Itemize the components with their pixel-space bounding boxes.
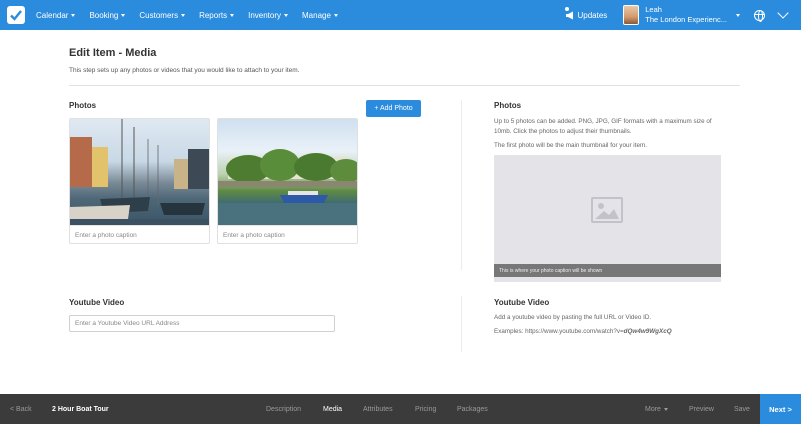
save-button[interactable]: Save — [734, 394, 750, 424]
avatar[interactable] — [623, 5, 640, 25]
add-photo-button[interactable]: + Add Photo — [366, 100, 421, 117]
youtube-example-id: dQw4w9WgXcQ — [623, 328, 672, 335]
step-attributes[interactable]: Attributes — [363, 394, 393, 424]
photo-thumbnail-canal[interactable] — [218, 119, 357, 225]
globe-icon[interactable] — [754, 9, 765, 22]
step-pricing[interactable]: Pricing — [415, 394, 436, 424]
nav-calendar[interactable]: Calendar — [36, 10, 76, 20]
nav-booking[interactable]: Booking — [89, 10, 126, 20]
chevron-down-icon — [663, 407, 668, 411]
chevron-down-icon — [181, 13, 186, 17]
next-button[interactable]: Next > — [760, 394, 801, 424]
youtube-examples-label: Examples: https://www.youtube.com/watch?… — [494, 328, 624, 335]
youtube-examples: Examples: https://www.youtube.com/watch?… — [494, 327, 734, 337]
youtube-help-text: Add a youtube video by pasting the full … — [494, 314, 652, 321]
updates-label: Updates — [577, 10, 608, 20]
photo-thumbnail-harbour[interactable] — [70, 119, 209, 225]
page-description: This step sets up any photos or videos t… — [69, 67, 300, 74]
megaphone-icon — [566, 11, 574, 19]
app-logo-check-icon[interactable] — [7, 6, 25, 24]
top-navigation-bar: Calendar Booking Customers Reports Inven… — [0, 0, 801, 30]
more-menu[interactable]: More — [645, 394, 668, 424]
photos-help-heading: Photos — [494, 101, 522, 110]
page-title: Edit Item - Media — [69, 47, 157, 59]
nav-inventory[interactable]: Inventory — [248, 11, 288, 20]
photo-card[interactable]: Enter a photo caption — [217, 118, 358, 244]
photos-help-text: Up to 5 photos can be added. PNG, JPG, G… — [494, 118, 712, 135]
nav-reports[interactable]: Reports — [199, 10, 235, 20]
updates-button[interactable]: Updates — [565, 6, 608, 20]
step-description[interactable]: Description — [266, 394, 301, 424]
top-right-controls: Updates Leah The London Experienc... — [565, 0, 801, 30]
photo-caption-input[interactable]: Enter a photo caption — [70, 225, 209, 243]
column-divider — [461, 296, 462, 352]
step-media[interactable]: Media — [323, 394, 342, 424]
photos-heading: Photos — [69, 101, 97, 110]
nav-manage[interactable]: Manage — [302, 11, 338, 20]
chevron-down-icon — [333, 13, 338, 17]
youtube-heading: Youtube Video — [69, 298, 125, 307]
photo-caption-input[interactable]: Enter a photo caption — [218, 225, 357, 243]
wizard-footer — [0, 394, 801, 424]
chevron-down-icon — [71, 13, 76, 17]
user-menu-chevron-icon[interactable] — [736, 13, 740, 17]
preview-caption: This is where your photo caption will be… — [494, 264, 721, 277]
youtube-url-input[interactable]: Enter a Youtube Video URL Address — [69, 315, 335, 332]
nav-booking-label: Booking — [89, 10, 119, 20]
chevron-down-icon — [284, 13, 288, 17]
photo-card[interactable]: Enter a photo caption — [69, 118, 210, 244]
header-divider — [69, 85, 740, 86]
user-name: Leah — [645, 5, 662, 14]
column-divider — [461, 100, 462, 270]
nav-manage-label: Manage — [302, 10, 331, 20]
main-menu: Calendar Booking Customers Reports Inven… — [36, 11, 352, 20]
nav-customers-label: Customers — [139, 10, 179, 20]
main-thumbnail-preview: This is where your photo caption will be… — [494, 155, 721, 282]
photos-help-thumbnail-text: The first photo will be the main thumbna… — [494, 142, 647, 149]
user-company: The London Experienc... — [645, 15, 727, 24]
preview-button[interactable]: Preview — [689, 394, 714, 424]
user-menu[interactable]: Leah The London Experienc... — [645, 5, 727, 25]
nav-calendar-label: Calendar — [36, 10, 69, 20]
image-placeholder-icon — [591, 197, 623, 223]
nav-reports-label: Reports — [199, 10, 228, 20]
nav-customers[interactable]: Customers — [139, 10, 186, 20]
step-packages[interactable]: Packages — [457, 394, 488, 424]
nav-inventory-label: Inventory — [248, 10, 281, 20]
item-name: 2 Hour Boat Tour — [52, 405, 109, 413]
back-button[interactable]: < Back — [10, 394, 32, 424]
more-label: More — [645, 405, 661, 413]
chevron-down-icon[interactable] — [777, 7, 789, 19]
chevron-down-icon — [121, 13, 126, 17]
chevron-down-icon — [230, 13, 235, 17]
youtube-help-heading: Youtube Video — [494, 298, 550, 307]
